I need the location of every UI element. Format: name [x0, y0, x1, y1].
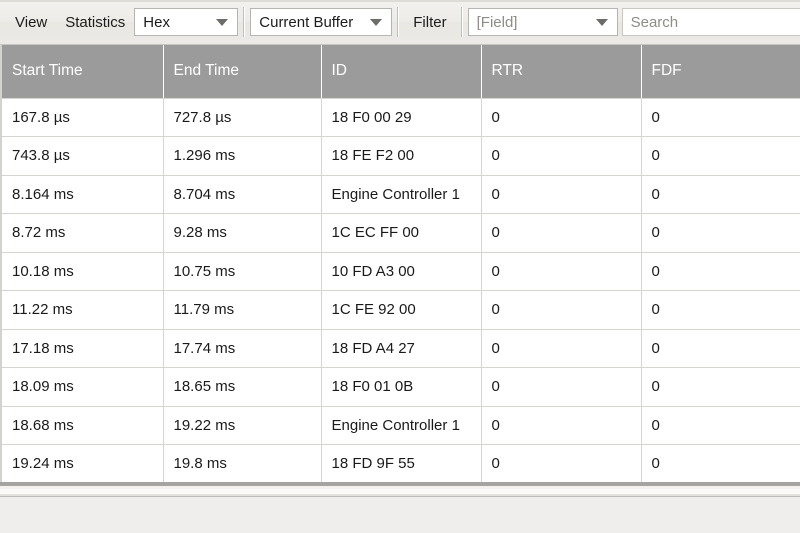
cell-id: 18 FD A4 27 — [321, 329, 482, 368]
cell-fdf: 0 — [641, 175, 800, 214]
cell-id: 1C EC FF 00 — [321, 213, 482, 253]
packet-table-container: Start Time End Time ID RTR FDF 167.8 µs … — [0, 45, 800, 482]
view-menu-button[interactable]: View — [6, 15, 56, 30]
column-header-id[interactable]: ID — [321, 45, 482, 99]
cell-id: Engine Controller 1 — [321, 175, 482, 214]
cell-end-time: 19.22 ms — [163, 406, 322, 445]
cell-rtr: 0 — [481, 367, 642, 407]
cell-fdf: 0 — [641, 136, 800, 176]
cell-rtr: 0 — [481, 98, 642, 137]
cell-end-time: 11.79 ms — [163, 290, 322, 330]
buffer-dropdown[interactable]: Current Buffer — [250, 8, 393, 36]
cell-start-time: 18.68 ms — [2, 406, 164, 445]
chevron-down-icon — [216, 18, 229, 26]
cell-end-time: 727.8 µs — [163, 98, 322, 137]
search-input[interactable]: Search — [621, 8, 800, 36]
cell-end-time: 9.28 ms — [163, 213, 322, 253]
search-input-placeholder: Search — [630, 13, 679, 31]
table-row[interactable]: 18.68 ms 19.22 ms Engine Controller 1 0 … — [2, 406, 800, 445]
cell-rtr: 0 — [481, 290, 642, 330]
cell-end-time: 1.296 ms — [163, 136, 322, 176]
cell-id: 18 F0 01 0B — [321, 367, 482, 407]
cell-id: 10 FD A3 00 — [321, 252, 482, 291]
cell-fdf: 0 — [641, 329, 800, 368]
table-row[interactable]: 18.09 ms 18.65 ms 18 F0 01 0B 0 0 — [2, 367, 800, 407]
toolbar: View Statistics Hex Current Buffer Filte… — [0, 0, 800, 45]
statistics-menu-button[interactable]: Statistics — [56, 15, 134, 30]
cell-rtr: 0 — [481, 213, 642, 253]
cell-fdf: 0 — [641, 406, 800, 445]
cell-start-time: 19.24 ms — [2, 444, 164, 482]
packet-table: Start Time End Time ID RTR FDF 167.8 µs … — [2, 45, 800, 482]
filter-button[interactable]: Filter — [404, 15, 455, 30]
buffer-dropdown-value: Current Buffer — [259, 13, 354, 31]
column-header-rtr[interactable]: RTR — [481, 45, 642, 99]
column-header-start-time[interactable]: Start Time — [2, 45, 164, 99]
column-header-end-time[interactable]: End Time — [163, 45, 322, 99]
can-analyzer-window: View Statistics Hex Current Buffer Filte… — [0, 0, 800, 533]
cell-fdf: 0 — [641, 213, 800, 253]
cell-rtr: 0 — [481, 252, 642, 291]
chevron-down-icon — [595, 18, 608, 26]
chevron-down-icon — [370, 18, 383, 26]
cell-fdf: 0 — [641, 252, 800, 291]
table-row[interactable]: 17.18 ms 17.74 ms 18 FD A4 27 0 0 — [2, 329, 800, 368]
cell-id: Engine Controller 1 — [321, 406, 482, 445]
table-row[interactable]: 11.22 ms 11.79 ms 1C FE 92 00 0 0 — [2, 290, 800, 330]
cell-fdf: 0 — [641, 98, 800, 137]
horizontal-scrollbar[interactable] — [0, 482, 800, 497]
cell-start-time: 17.18 ms — [2, 329, 164, 368]
cell-fdf: 0 — [641, 290, 800, 330]
cell-start-time: 167.8 µs — [2, 98, 164, 137]
cell-id: 18 FE F2 00 — [321, 136, 482, 176]
table-row[interactable]: 10.18 ms 10.75 ms 10 FD A3 00 0 0 — [2, 252, 800, 291]
status-area — [0, 497, 800, 533]
filter-field-dropdown-value: [Field] — [476, 13, 518, 31]
cell-start-time: 18.09 ms — [2, 367, 164, 407]
cell-rtr: 0 — [481, 175, 642, 214]
table-row[interactable]: 167.8 µs 727.8 µs 18 F0 00 29 0 0 — [2, 98, 800, 137]
cell-end-time: 17.74 ms — [163, 329, 322, 368]
packet-table-header: Start Time End Time ID RTR FDF — [2, 45, 800, 99]
toolbar-separator-3 — [460, 7, 463, 37]
cell-rtr: 0 — [481, 329, 642, 368]
cell-id: 1C FE 92 00 — [321, 290, 482, 330]
cell-start-time: 11.22 ms — [2, 290, 164, 330]
cell-end-time: 10.75 ms — [163, 252, 322, 291]
filter-field-dropdown[interactable]: [Field] — [467, 8, 618, 36]
cell-rtr: 0 — [481, 444, 642, 482]
cell-rtr: 0 — [481, 406, 642, 445]
column-header-fdf[interactable]: FDF — [641, 45, 800, 99]
cell-rtr: 0 — [481, 136, 642, 176]
number-format-dropdown-value: Hex — [143, 13, 170, 31]
cell-fdf: 0 — [641, 444, 800, 482]
table-row[interactable]: 19.24 ms 19.8 ms 18 FD 9F 55 0 0 — [2, 444, 800, 482]
table-header-row: Start Time End Time ID RTR FDF — [2, 45, 800, 99]
number-format-dropdown[interactable]: Hex — [134, 8, 239, 36]
packet-table-body: 167.8 µs 727.8 µs 18 F0 00 29 0 0 743.8 … — [2, 98, 800, 482]
cell-id: 18 F0 00 29 — [321, 98, 482, 137]
cell-fdf: 0 — [641, 367, 800, 407]
cell-start-time: 8.72 ms — [2, 213, 164, 253]
cell-end-time: 18.65 ms — [163, 367, 322, 407]
cell-start-time: 10.18 ms — [2, 252, 164, 291]
toolbar-separator-1 — [243, 7, 246, 37]
cell-end-time: 19.8 ms — [163, 444, 322, 482]
cell-id: 18 FD 9F 55 — [321, 444, 482, 482]
cell-start-time: 743.8 µs — [2, 136, 164, 176]
table-row[interactable]: 8.164 ms 8.704 ms Engine Controller 1 0 … — [2, 175, 800, 214]
table-row[interactable]: 8.72 ms 9.28 ms 1C EC FF 00 0 0 — [2, 213, 800, 253]
table-row[interactable]: 743.8 µs 1.296 ms 18 FE F2 00 0 0 — [2, 136, 800, 176]
toolbar-separator-2 — [397, 7, 400, 37]
cell-end-time: 8.704 ms — [163, 175, 322, 214]
cell-start-time: 8.164 ms — [2, 175, 164, 214]
